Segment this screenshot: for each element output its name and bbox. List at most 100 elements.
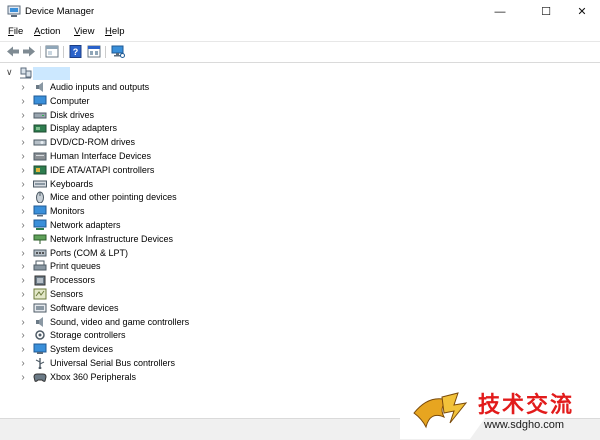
- tree-item-label: Processors: [50, 275, 96, 286]
- tree-item[interactable]: › Display adapters: [0, 122, 300, 136]
- chevron-right-icon[interactable]: ›: [19, 247, 27, 260]
- tree-item-label: Computer: [50, 95, 90, 106]
- tree-item[interactable]: › Universal Serial Bus controllers: [0, 357, 300, 371]
- chevron-right-icon[interactable]: ›: [19, 81, 27, 94]
- tree-item[interactable]: › Computer: [0, 95, 300, 109]
- chevron-right-icon[interactable]: ›: [19, 95, 27, 108]
- tree-item[interactable]: › Audio inputs and outputs: [0, 81, 300, 95]
- monitor-icon: [33, 205, 47, 217]
- device-manager-icon: [7, 5, 21, 17]
- tree-item-label: System devices: [50, 344, 114, 355]
- chevron-right-icon[interactable]: ›: [19, 150, 27, 163]
- menu-bar: File Action View Help: [0, 24, 600, 41]
- tree-item[interactable]: › Monitors: [0, 205, 300, 219]
- toolbar-separator: [105, 46, 106, 58]
- tree-item-label: Xbox 360 Peripherals: [50, 371, 137, 382]
- chevron-right-icon[interactable]: ›: [19, 178, 27, 191]
- menu-view[interactable]: View: [74, 26, 94, 37]
- gamepad-icon: [33, 373, 47, 382]
- tree-item[interactable]: › Print queues: [0, 260, 300, 274]
- minimize-button[interactable]: —: [480, 0, 520, 24]
- usb-icon: [35, 358, 45, 369]
- tree-item-label: Network Infrastructure Devices: [50, 233, 174, 244]
- tree-item-label: Disk drives: [50, 109, 95, 120]
- tree-item[interactable]: › Keyboards: [0, 178, 300, 192]
- chevron-right-icon[interactable]: ›: [19, 205, 27, 218]
- maximize-button[interactable]: ☐: [526, 0, 566, 24]
- tree-item[interactable]: › Processors: [0, 274, 300, 288]
- chevron-right-icon[interactable]: ›: [19, 136, 27, 149]
- tree-item[interactable]: › Ports (COM & LPT): [0, 247, 300, 261]
- chevron-right-icon[interactable]: ›: [19, 316, 27, 329]
- chevron-right-icon[interactable]: ›: [19, 329, 27, 342]
- tree-item-label: Monitors: [50, 206, 85, 217]
- optical-drive-icon: [33, 139, 47, 146]
- tree-item[interactable]: › Network adapters: [0, 219, 300, 233]
- tree-item[interactable]: › Software devices: [0, 302, 300, 316]
- forward-arrow-icon[interactable]: [22, 45, 36, 58]
- tree-item[interactable]: › Xbox 360 Peripherals: [0, 371, 300, 385]
- back-arrow-icon[interactable]: [6, 45, 20, 58]
- tree-item-label: Software devices: [50, 302, 119, 313]
- title-bar: Device Manager — ☐ ✕: [0, 0, 600, 24]
- menu-file[interactable]: File: [8, 26, 23, 37]
- computer-root-icon: [20, 67, 32, 79]
- close-button[interactable]: ✕: [562, 0, 600, 24]
- help-icon[interactable]: ?: [69, 45, 83, 58]
- chevron-right-icon[interactable]: ›: [19, 371, 27, 384]
- tree-item-label: Ports (COM & LPT): [50, 247, 129, 258]
- tree-item-label: Sound, video and game controllers: [50, 316, 190, 327]
- watermark-url: www.sdgho.com: [484, 419, 565, 431]
- tree-item-label: Audio inputs and outputs: [50, 82, 150, 92]
- tree-item[interactable]: › IDE ATA/ATAPI controllers: [0, 164, 300, 178]
- network-adapter-icon: [33, 219, 47, 230]
- monitor-scan-icon[interactable]: [111, 45, 125, 58]
- device-view-icon[interactable]: [87, 45, 101, 58]
- tree-item-label: IDE ATA/ATAPI controllers: [50, 164, 155, 175]
- root-node-selection[interactable]: [33, 67, 70, 80]
- tree-item-label: Display adapters: [50, 123, 118, 134]
- chevron-right-icon[interactable]: ›: [19, 302, 27, 315]
- chevron-down-icon[interactable]: ∨: [6, 67, 13, 78]
- chevron-right-icon[interactable]: ›: [19, 122, 27, 135]
- chevron-right-icon[interactable]: ›: [19, 260, 27, 273]
- chevron-right-icon[interactable]: ›: [19, 288, 27, 301]
- tree-item-label: Human Interface Devices: [50, 151, 152, 161]
- tree-item-label: Mice and other pointing devices: [50, 192, 177, 203]
- chevron-right-icon[interactable]: ›: [19, 274, 27, 287]
- hid-icon: [33, 152, 47, 161]
- tree-item-label: Network adapters: [50, 220, 121, 230]
- chevron-right-icon[interactable]: ›: [19, 164, 27, 177]
- speaker-icon: [36, 82, 43, 92]
- tree-item[interactable]: › Network Infrastructure Devices: [0, 233, 300, 247]
- toolbar-separator: [63, 46, 64, 58]
- keyboard-icon: [33, 180, 47, 188]
- chevron-right-icon[interactable]: ›: [19, 233, 27, 246]
- printer-icon: [33, 260, 47, 271]
- chevron-right-icon[interactable]: ›: [19, 343, 27, 356]
- device-tree[interactable]: ∨ › Audio inputs and outputs › Computer › Dis…: [0, 62, 600, 418]
- tree-item[interactable]: › Sensors: [0, 288, 300, 302]
- tree-item-label: Storage controllers: [50, 330, 126, 341]
- chevron-right-icon[interactable]: ›: [19, 219, 27, 232]
- properties-icon[interactable]: [45, 45, 59, 58]
- mouse-icon: [36, 191, 44, 204]
- menu-action[interactable]: Action: [34, 26, 60, 37]
- tree-item[interactable]: › Storage controllers: [0, 329, 300, 343]
- menu-help[interactable]: Help: [105, 26, 125, 37]
- window-title: Device Manager: [25, 6, 95, 17]
- chevron-right-icon[interactable]: ›: [19, 357, 27, 370]
- tree-item[interactable]: › Mice and other pointing devices: [0, 191, 300, 205]
- tree-item[interactable]: › Disk drives: [0, 109, 300, 123]
- tree-item[interactable]: › DVD/CD-ROM drives: [0, 136, 300, 150]
- tree-item[interactable]: › System devices: [0, 343, 300, 357]
- chevron-right-icon[interactable]: ›: [19, 191, 27, 204]
- tree-item[interactable]: › Sound, video and game controllers: [0, 316, 300, 330]
- svg-text:?: ?: [73, 47, 79, 57]
- tree-root[interactable]: ∨: [0, 67, 100, 80]
- tree-item-label: Sensors: [50, 289, 84, 299]
- storage-controller-icon: [35, 330, 45, 341]
- tree-item[interactable]: › Human Interface Devices: [0, 150, 300, 164]
- chevron-right-icon[interactable]: ›: [19, 109, 27, 122]
- software-device-icon: [33, 303, 47, 313]
